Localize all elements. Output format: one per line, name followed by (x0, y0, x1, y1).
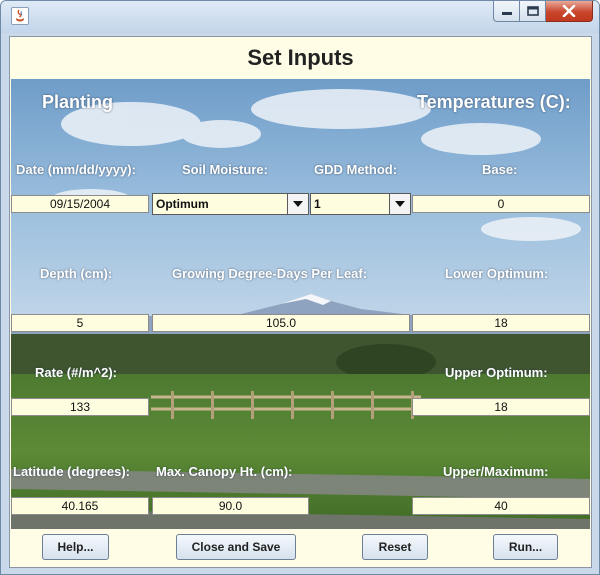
dialog-title: Set Inputs (247, 45, 354, 70)
close-icon[interactable] (546, 1, 593, 22)
help-button[interactable]: Help... (42, 534, 109, 560)
dialog-content: Set Inputs Planting Temperatures (C): Da… (9, 36, 592, 568)
chevron-down-icon[interactable] (287, 194, 308, 214)
rate-field[interactable]: 133 (11, 398, 149, 416)
landscape-background (11, 79, 590, 529)
soil-moisture-select[interactable]: Optimum (152, 193, 309, 215)
maximize-icon[interactable] (520, 1, 546, 22)
soil-moisture-label: Soil Moisture: (182, 162, 268, 177)
minimize-icon[interactable] (493, 1, 520, 22)
lower-optimum-label: Lower Optimum: (445, 266, 549, 281)
latitude-label: Latitude (degrees): (13, 464, 131, 479)
close-and-save-button[interactable]: Close and Save (176, 534, 296, 560)
java-icon[interactable] (11, 7, 29, 25)
app-window: Set Inputs Planting Temperatures (C): Da… (0, 0, 600, 575)
depth-field[interactable]: 5 (11, 314, 149, 332)
title-bar[interactable] (1, 1, 599, 33)
upper-maximum-field[interactable]: 40 (412, 497, 590, 515)
temperatures-heading: Temperatures (C): (417, 92, 571, 112)
planting-heading: Planting (42, 92, 113, 112)
upper-optimum-label: Upper Optimum: (445, 365, 548, 380)
reset-button[interactable]: Reset (362, 534, 428, 560)
upper-maximum-label: Upper/Maximum: (443, 464, 549, 479)
upper-optimum-field[interactable]: 18 (412, 398, 590, 416)
lower-optimum-field[interactable]: 18 (412, 314, 590, 332)
gdd-per-leaf-field[interactable]: 105.0 (152, 314, 410, 332)
depth-label: Depth (cm): (40, 266, 113, 281)
gdd-method-value: 1 (314, 197, 321, 211)
base-field[interactable]: 0 (412, 195, 590, 213)
date-field[interactable]: 09/15/2004 (11, 195, 149, 213)
latitude-field[interactable]: 40.165 (11, 497, 149, 515)
chevron-down-icon[interactable] (389, 194, 410, 214)
gdd-method-select[interactable]: 1 (310, 193, 411, 215)
max-canopy-field[interactable]: 90.0 (152, 497, 309, 515)
gdd-method-label: GDD Method: (314, 162, 398, 177)
gdd-per-leaf-label: Growing Degree-Days Per Leaf: (172, 266, 368, 281)
soil-moisture-value: Optimum (156, 197, 209, 211)
base-label: Base: (482, 162, 518, 177)
date-label: Date (mm/dd/yyyy): (16, 162, 136, 177)
window-controls (493, 1, 593, 23)
rate-label: Rate (#/m^2): (35, 365, 117, 380)
run-button[interactable]: Run... (493, 534, 558, 560)
max-canopy-label: Max. Canopy Ht. (cm): (156, 464, 293, 479)
